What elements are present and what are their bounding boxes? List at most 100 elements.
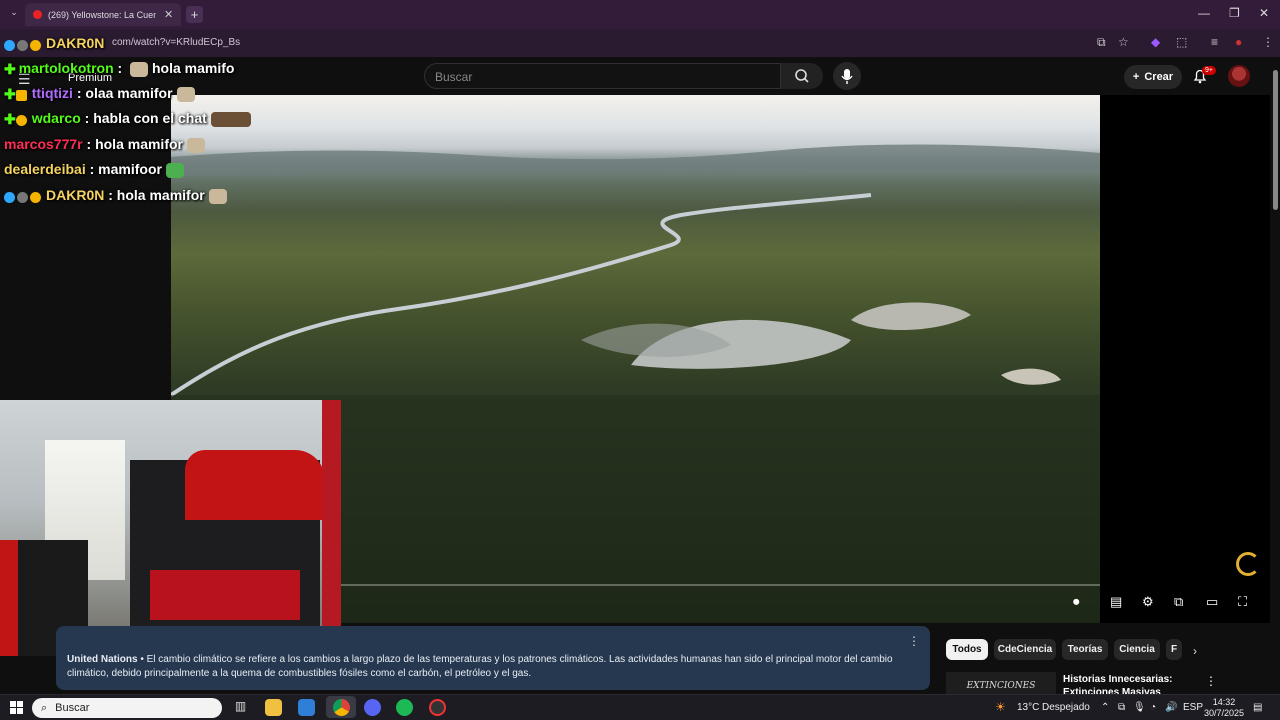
language-indicator[interactable]: ESP — [1183, 702, 1203, 713]
chip-partial[interactable]: F — [1166, 639, 1182, 660]
windows-start-icon[interactable] — [10, 701, 23, 714]
create-label: Crear — [1144, 71, 1174, 83]
discord-icon[interactable] — [364, 699, 381, 716]
search-box[interactable] — [424, 63, 781, 90]
tab-title: (269) Yellowstone: La Cuenta At — [48, 9, 156, 20]
cdeciencia-watermark-logo — [1236, 552, 1260, 576]
system-clock[interactable]: 14:32 30/7/2025 — [1204, 697, 1244, 719]
chat-username: wdarco — [31, 110, 81, 126]
scrollbar-thumb[interactable] — [1273, 70, 1278, 210]
coin-badge-icon — [15, 114, 27, 126]
chat-username: martolokotron — [18, 60, 114, 76]
theater-mode-icon[interactable]: ▭ — [1206, 594, 1218, 610]
video-progress-bar[interactable] — [341, 584, 1100, 586]
microphone-tray-icon[interactable]: 🎙 — [1133, 702, 1146, 713]
voice-search-button[interactable] — [833, 62, 861, 90]
extension-icon[interactable]: ◆ — [1151, 35, 1160, 49]
bookmark-star-icon[interactable]: ☆ — [1118, 35, 1129, 49]
search-icon — [795, 69, 809, 83]
red-bed-frame — [150, 570, 300, 620]
autoplay-toggle-icon[interactable]: ⏺ — [1073, 594, 1080, 610]
settings-gear-icon[interactable]: ⚙ — [1142, 594, 1154, 610]
account-avatar[interactable] — [1228, 65, 1250, 87]
task-view-icon[interactable]: ▥ — [232, 699, 249, 716]
minimize-icon[interactable]: — — [1198, 6, 1210, 20]
browser-tab-active[interactable]: (269) Yellowstone: La Cuenta At ✕ — [25, 3, 181, 26]
search-button[interactable] — [781, 63, 823, 89]
microsoft-store-icon[interactable] — [298, 699, 315, 716]
plus-badge-icon: ✚ — [4, 110, 16, 127]
crown-badge-icon — [15, 89, 27, 101]
tab-search-icon[interactable]: ⌄ — [7, 7, 21, 21]
youtube-favicon-icon — [33, 10, 42, 19]
new-tab-button[interactable]: + — [186, 6, 203, 23]
emote-icon — [208, 188, 227, 204]
weather-icon: ☀ — [995, 700, 1006, 714]
recommendation-thumbnail[interactable]: EXTINCIONES MASIVAS — [946, 672, 1056, 694]
more-options-icon[interactable]: ⋮ — [908, 634, 920, 648]
weather-temp[interactable]: 13°C — [1017, 702, 1039, 713]
chrome-icon — [333, 699, 350, 716]
create-button[interactable]: + Crear — [1124, 65, 1182, 89]
weather-desc[interactable]: Despejado — [1042, 702, 1090, 713]
tray-app-icon[interactable]: ⧉ — [1118, 702, 1125, 713]
url-text[interactable]: com/watch?v=KRludECp_Bs — [112, 37, 240, 48]
red-blanket — [185, 450, 325, 520]
tray-chevron-up-icon[interactable]: ⌃ — [1101, 702, 1109, 713]
close-window-icon[interactable]: ✕ — [1259, 6, 1269, 20]
browser-tab-bar: ⌄ (269) Yellowstone: La Cuenta At ✕ + — … — [0, 0, 1280, 29]
chat-text: hola mamifo — [151, 60, 235, 76]
context-info-panel: ⋮ United Nations • El cambio climático s… — [56, 626, 930, 690]
extensions-puzzle-icon[interactable]: ⬚ — [1176, 35, 1187, 49]
taskbar-search-label: Buscar — [55, 702, 90, 714]
emote-icon — [210, 111, 251, 127]
miniplayer-icon[interactable]: ⧉ — [1174, 594, 1183, 610]
chevron-right-icon[interactable]: › — [1193, 644, 1197, 658]
reading-list-icon[interactable]: ≡ — [1211, 35, 1218, 49]
chip-ciencia[interactable]: Ciencia — [1114, 639, 1160, 660]
user-badges — [4, 36, 43, 52]
search-input[interactable] — [425, 64, 745, 90]
chat-message: ✚ ttiqtizi : olaa mamifor — [4, 85, 195, 107]
chat-pinned-line: DAKR0N — [4, 35, 104, 57]
chip-todos[interactable]: Todos — [946, 639, 988, 660]
chat-username: dealerdeibai — [4, 161, 86, 177]
info-source[interactable]: United Nations — [67, 654, 138, 665]
install-app-icon[interactable]: ⧉ — [1097, 35, 1106, 50]
browser-menu-icon[interactable]: ⋮ — [1262, 35, 1274, 49]
plus-icon: + — [1132, 71, 1140, 83]
chat-text: habla con el chat — [93, 110, 207, 126]
chat-text: hola mamifor — [95, 136, 183, 152]
volume-icon[interactable]: 🔊 — [1165, 702, 1177, 713]
chat-username: DAKR0N — [46, 35, 105, 51]
chat-message: dealerdeibai : mamifoor — [4, 161, 184, 183]
microphone-icon — [841, 69, 853, 84]
chip-cdeciencia[interactable]: CdeCiencia — [994, 639, 1056, 660]
webcam-overlay — [0, 400, 341, 656]
spotify-icon[interactable] — [396, 699, 413, 716]
chat-text: hola mamifor — [116, 187, 205, 203]
taskbar-search[interactable]: ⌕ Buscar — [32, 698, 222, 718]
emote-icon — [176, 86, 195, 102]
subtitles-icon[interactable]: ▤ — [1110, 594, 1122, 610]
user-badges — [4, 188, 43, 204]
plus-badge-icon: ✚ — [4, 60, 16, 77]
notification-center-icon[interactable]: ▤ — [1253, 702, 1262, 713]
plus-badge-icon: ✚ — [4, 85, 16, 102]
wifi-icon[interactable]: ◔ — [1150, 702, 1156, 713]
recommendation-more-icon[interactable]: ⋮ — [1205, 674, 1217, 688]
door-frame — [322, 400, 341, 656]
file-explorer-icon[interactable] — [265, 699, 282, 716]
restore-icon[interactable]: ❐ — [1229, 6, 1240, 20]
obs-icon[interactable] — [429, 699, 446, 716]
chip-teorias[interactable]: Teorías — [1062, 639, 1108, 660]
chat-text: olaa mamifor — [85, 85, 173, 101]
fullscreen-icon[interactable]: ⛶ — [1238, 594, 1247, 610]
search-icon: ⌕ — [41, 701, 48, 714]
clock-date: 30/7/2025 — [1204, 708, 1245, 718]
info-text: United Nations • El cambio climático se … — [67, 653, 917, 681]
close-tab-icon[interactable]: ✕ — [164, 8, 173, 21]
profile-avatar-icon[interactable]: ● — [1235, 35, 1242, 49]
info-body: • El cambio climático se refiere a los c… — [67, 654, 893, 679]
chat-username: marcos777r — [4, 136, 83, 152]
